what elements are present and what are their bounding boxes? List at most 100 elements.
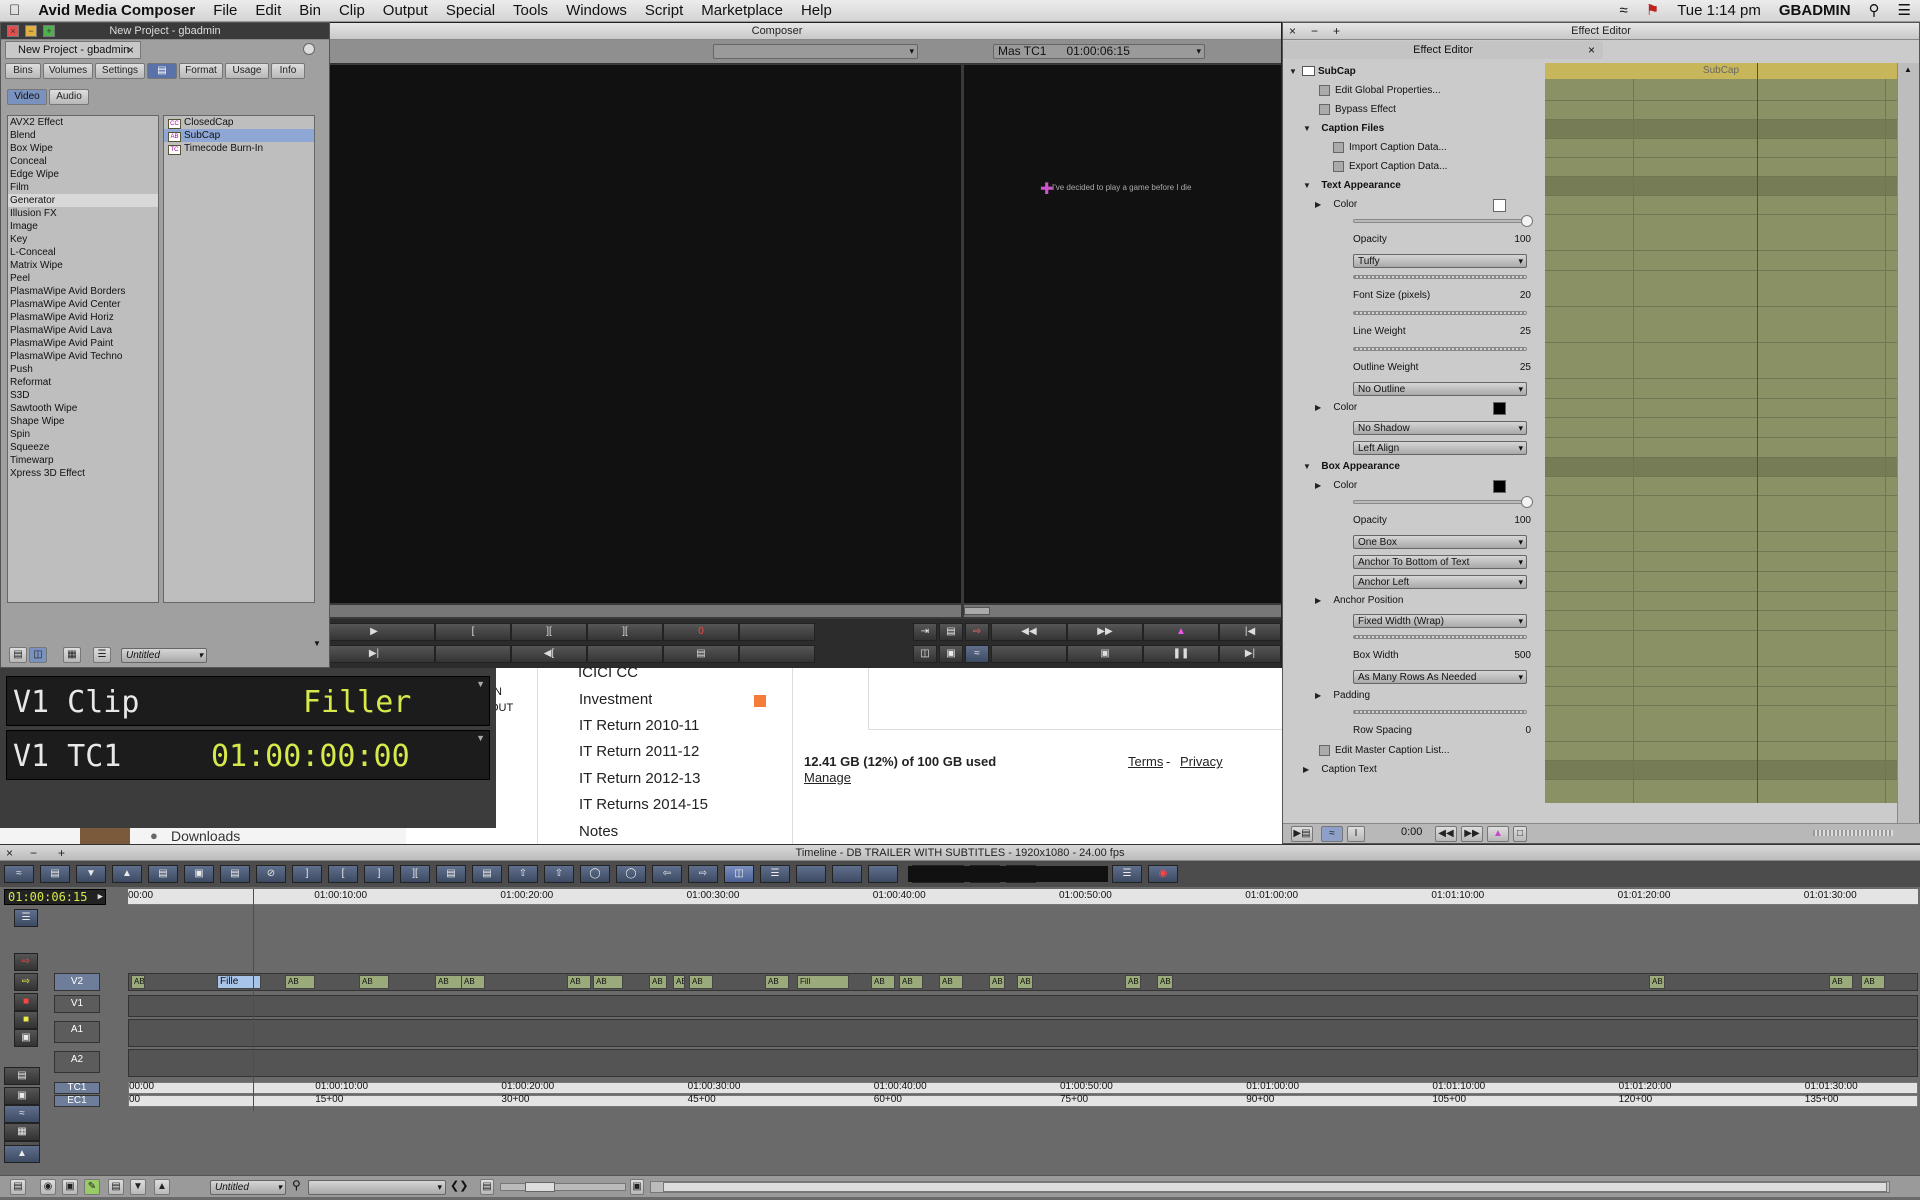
text-opacity[interactable]: Opacity 100: [1283, 215, 1555, 251]
keyframe-row[interactable]: [1545, 120, 1897, 139]
collapse-triangle-icon[interactable]: ▼: [1303, 458, 1313, 475]
blank-button-4[interactable]: [739, 645, 815, 663]
menu-clip[interactable]: Clip: [330, 0, 374, 22]
menu-file[interactable]: File: [204, 0, 246, 22]
effect-category-item[interactable]: Sawtooth Wipe: [8, 402, 158, 415]
brief-view-icon[interactable]: ▤: [9, 647, 27, 663]
keyframe-row[interactable]: [1545, 438, 1897, 458]
step-back-button[interactable]: |◀: [1219, 623, 1281, 641]
menu-bin[interactable]: Bin: [290, 0, 330, 22]
caption-clip[interactable]: AB: [689, 975, 713, 989]
nav-it-returns-2014[interactable]: IT Returns 2014-15: [579, 796, 708, 813]
nav-partial-top[interactable]: ICICI CC: [578, 664, 638, 681]
notification-list-icon[interactable]: ☰: [1889, 0, 1920, 22]
row-spacing[interactable]: Row Spacing 0: [1283, 706, 1555, 742]
caption-clip[interactable]: Fille: [217, 975, 261, 989]
color-swatch[interactable]: [1493, 199, 1506, 212]
parameter-value[interactable]: 100: [1514, 512, 1531, 529]
lift-icon[interactable]: ▲: [112, 865, 142, 883]
effect-category-item[interactable]: Image: [8, 220, 158, 233]
effect-category-item[interactable]: Spin: [8, 428, 158, 441]
lift-overwrite-icon[interactable]: ⇧: [508, 865, 538, 883]
outline-color[interactable]: ▶ Color: [1283, 399, 1555, 418]
track-v1-lane[interactable]: [128, 995, 1918, 1017]
track-v1-header[interactable]: V1: [54, 995, 100, 1013]
anchor-position-group[interactable]: ▶ Anchor Position: [1283, 592, 1555, 611]
expand-triangle-icon[interactable]: ▶: [1303, 761, 1313, 778]
rewind-icon[interactable]: ◫: [724, 865, 754, 883]
render-icon[interactable]: [868, 865, 898, 883]
effect-list[interactable]: CC ClosedCap AB SubCap TC Timecode Burn-In: [163, 115, 315, 603]
overwrite-arrow-icon[interactable]: ⇨: [14, 973, 38, 991]
color-swatch[interactable]: [1493, 480, 1506, 493]
box-opacity[interactable]: Opacity 100: [1283, 496, 1555, 532]
effect-category-item[interactable]: Peel: [8, 272, 158, 285]
caption-clip[interactable]: AB: [649, 975, 667, 989]
nav-it-return-2012[interactable]: IT Return 2012-13: [579, 770, 700, 787]
lift-icon[interactable]: ▤: [939, 623, 963, 641]
prev-keyframe-icon[interactable]: ◀◀: [1435, 826, 1457, 842]
keyframe-row[interactable]: [1545, 611, 1897, 631]
overwrite-icon[interactable]: ▤: [220, 865, 250, 883]
keyframe-row[interactable]: [1545, 552, 1897, 572]
track-v2-lane[interactable]: AB Fille AB AB AB AB AB AB AB AB AB AB Fill AB AB AB AB A…: [128, 973, 1918, 991]
caption-clip[interactable]: AB: [899, 975, 923, 989]
toggle-view-icon-3[interactable]: ▦: [4, 1123, 40, 1141]
record-position-thumb[interactable]: [964, 607, 990, 615]
wifi-icon[interactable]: ≈: [1611, 0, 1637, 22]
clock[interactable]: Tue 1:14 pm: [1668, 0, 1770, 22]
checkbox[interactable]: [1319, 84, 1330, 96]
effect-mode-icon[interactable]: ≈: [965, 645, 989, 663]
timeline-ruler[interactable]: 00:00 01:00:10:00 01:00:20:00 01:00:30:00 01…: [128, 889, 1918, 905]
render-effect-icon[interactable]: ▶▤: [1291, 826, 1313, 842]
toggle-source-icon[interactable]: ▣: [939, 645, 963, 663]
caption-clip[interactable]: AB: [1157, 975, 1173, 989]
keyframe-graph[interactable]: SubCap: [1545, 63, 1897, 803]
track-a2-lane[interactable]: [128, 1049, 1918, 1077]
parameter-slider[interactable]: [1353, 710, 1527, 714]
keyframe-row[interactable]: [1545, 592, 1897, 611]
timeline-view-menu[interactable]: Untitled: [210, 1180, 286, 1195]
effect-category-item[interactable]: Timewarp: [8, 454, 158, 467]
timeline-search-field[interactable]: [308, 1180, 446, 1195]
font-size[interactable]: Font Size (pixels) 20: [1283, 271, 1555, 307]
nav-it-return-2011[interactable]: IT Return 2011-12: [579, 743, 699, 760]
keyframe-row[interactable]: [1545, 418, 1897, 438]
split-icon[interactable]: ◫: [913, 645, 937, 663]
toggle-source-icon[interactable]: [796, 865, 826, 883]
bottom-view-icon-1[interactable]: ▤: [10, 1179, 26, 1195]
splice-icon[interactable]: ⇨: [14, 953, 38, 971]
keyframe-row[interactable]: [1545, 687, 1897, 706]
dropdown-value[interactable]: No Outline: [1353, 382, 1527, 396]
project-tab[interactable]: New Project - gbadmin ×: [5, 41, 141, 59]
parameter-slider[interactable]: [1353, 500, 1527, 504]
dropdown-value[interactable]: One Box: [1353, 535, 1527, 549]
zoom-slider-thumb[interactable]: [525, 1182, 555, 1192]
close-window-icon[interactable]: ×: [7, 25, 19, 37]
slip-icon[interactable]: ⇦: [652, 865, 682, 883]
record-timecode-menu[interactable]: Mas TC1 01:00:06:15: [993, 44, 1205, 59]
extract-icon[interactable]: ■: [14, 993, 38, 1011]
info-row-timecode[interactable]: V1 TC1 01:00:00:00 ▼: [6, 730, 490, 780]
extract-icon[interactable]: ▤: [472, 865, 502, 883]
manage-link[interactable]: Manage: [804, 770, 851, 785]
info-row2-menu-icon[interactable]: ▼: [476, 733, 485, 743]
effect-category-item[interactable]: Reformat: [8, 376, 158, 389]
caption-clip[interactable]: AB: [871, 975, 895, 989]
snapshot-icon[interactable]: ▣: [14, 1029, 38, 1047]
expand-triangle-icon[interactable]: ▶: [1315, 477, 1325, 494]
scroll-left-icon[interactable]: ❮❯: [450, 1179, 468, 1192]
caption-files-group[interactable]: ▼ Caption Files: [1283, 120, 1555, 139]
effect-track-header[interactable]: SubCap: [1545, 63, 1897, 79]
effect-category-item[interactable]: PlasmaWipe Avid Borders: [8, 285, 158, 298]
scroll-up-icon[interactable]: ▲: [1904, 65, 1912, 74]
edit-global-properties[interactable]: Edit Global Properties...: [1283, 82, 1555, 101]
effect-category-item[interactable]: Film: [8, 181, 158, 194]
zoom-timeline-icon[interactable]: +: [58, 845, 65, 861]
menu-app-name[interactable]: Avid Media Composer: [29, 0, 204, 22]
box-mode-menu[interactable]: One Box: [1283, 532, 1555, 552]
keyframe-row[interactable]: [1545, 477, 1897, 496]
mark-out-icon[interactable]: ]: [292, 865, 322, 883]
split-icon[interactable]: ◯: [616, 865, 646, 883]
parameter-slider[interactable]: [1353, 347, 1527, 351]
